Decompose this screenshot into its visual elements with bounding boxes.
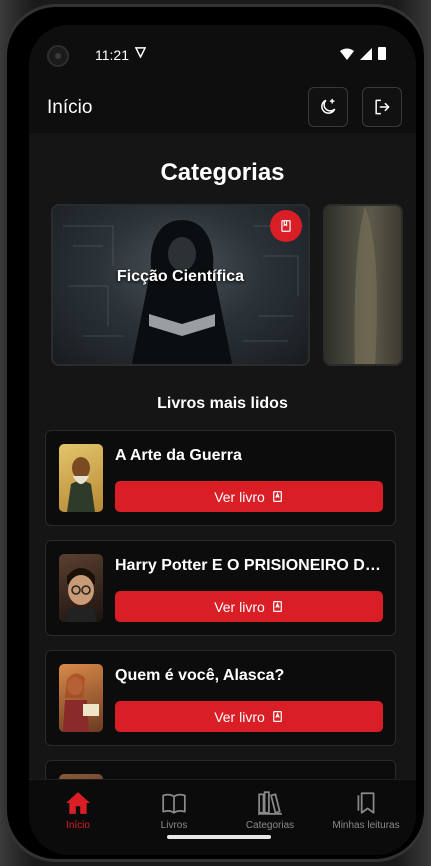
nav-label: Minhas leituras [332, 820, 400, 831]
book-cover [59, 664, 103, 732]
view-book-label: Ver livro [214, 488, 265, 505]
library-icon [258, 791, 282, 815]
nav-item-minhas-leituras[interactable]: Minhas leituras [318, 790, 414, 831]
nav-label: Livros [160, 820, 188, 831]
category-card-2[interactable] [323, 204, 403, 366]
book-title: Harry Potter E O PRISIONEIRO DE AZKABAN [115, 557, 387, 574]
main-content: Categorias Ficção Científica Livros mais… [29, 133, 416, 779]
most-read-heading: Livros mais lidos [157, 395, 288, 412]
vpn-icon [134, 47, 147, 61]
book-cover [59, 444, 103, 512]
system-icons [340, 47, 386, 60]
status-time: 11:21 [95, 47, 129, 63]
book-icon [281, 220, 291, 232]
view-book-button[interactable]: Ver livro [115, 701, 383, 732]
category-badge [270, 210, 302, 242]
view-book-label: Ver livro [214, 708, 265, 725]
book-icon [272, 711, 282, 722]
book-cover-image [67, 457, 95, 512]
home-icon [66, 792, 90, 814]
bookmark-icon [357, 792, 375, 814]
view-book-label: Ver livro [214, 598, 265, 615]
bottom-navigation: Início Livros Categorias Minhas leituras [29, 779, 416, 855]
book-cover-image [65, 568, 97, 622]
app-bar: Início [29, 87, 416, 133]
logout-button[interactable] [362, 87, 402, 127]
device-bezel: 11:21 Início Categorias Ficção Científic… [4, 4, 427, 862]
battery-icon [378, 47, 386, 60]
book-title: Quem é você, Alasca? [115, 667, 285, 684]
book-cover [59, 554, 103, 622]
view-book-button[interactable]: Ver livro [115, 591, 383, 622]
nav-item-categorias[interactable]: Categorias [222, 790, 318, 831]
moon-plus-icon [321, 98, 336, 114]
book-cover-image [63, 673, 99, 732]
front-camera [47, 45, 69, 67]
category-card-ficcao-cientifica[interactable]: Ficção Científica [51, 204, 310, 366]
home-indicator[interactable] [167, 835, 271, 839]
status-bar: 11:21 [29, 25, 416, 87]
book-title: A Arte da Guerra [115, 447, 242, 464]
book-card: A Arte da Guerra Ver livro [45, 430, 396, 526]
nav-label: Categorias [245, 820, 295, 831]
book-card: Quem é você, Alasca? Ver livro [45, 650, 396, 746]
book-card [45, 760, 396, 779]
category-card-image [354, 206, 377, 364]
screen: 11:21 Início Categorias Ficção Científic… [29, 25, 416, 855]
phone-frame: 11:21 Início Categorias Ficção Científic… [0, 0, 431, 866]
open-book-icon [162, 793, 186, 814]
nav-item-livros[interactable]: Livros [126, 790, 222, 831]
wifi-icon [340, 48, 354, 60]
book-icon [272, 491, 282, 502]
logout-icon [375, 99, 390, 115]
category-label: Ficção Científica [116, 268, 245, 285]
book-card: Harry Potter E O PRISIONEIRO DE AZKABAN … [45, 540, 396, 636]
nav-item-inicio[interactable]: Início [30, 790, 126, 831]
page-title: Início [47, 97, 93, 118]
theme-toggle-button[interactable] [308, 87, 348, 127]
signal-icon [360, 47, 372, 60]
categories-heading: Categorias [160, 159, 285, 186]
book-icon [272, 601, 282, 612]
nav-label: Início [66, 820, 90, 831]
view-book-button[interactable]: Ver livro [115, 481, 383, 512]
